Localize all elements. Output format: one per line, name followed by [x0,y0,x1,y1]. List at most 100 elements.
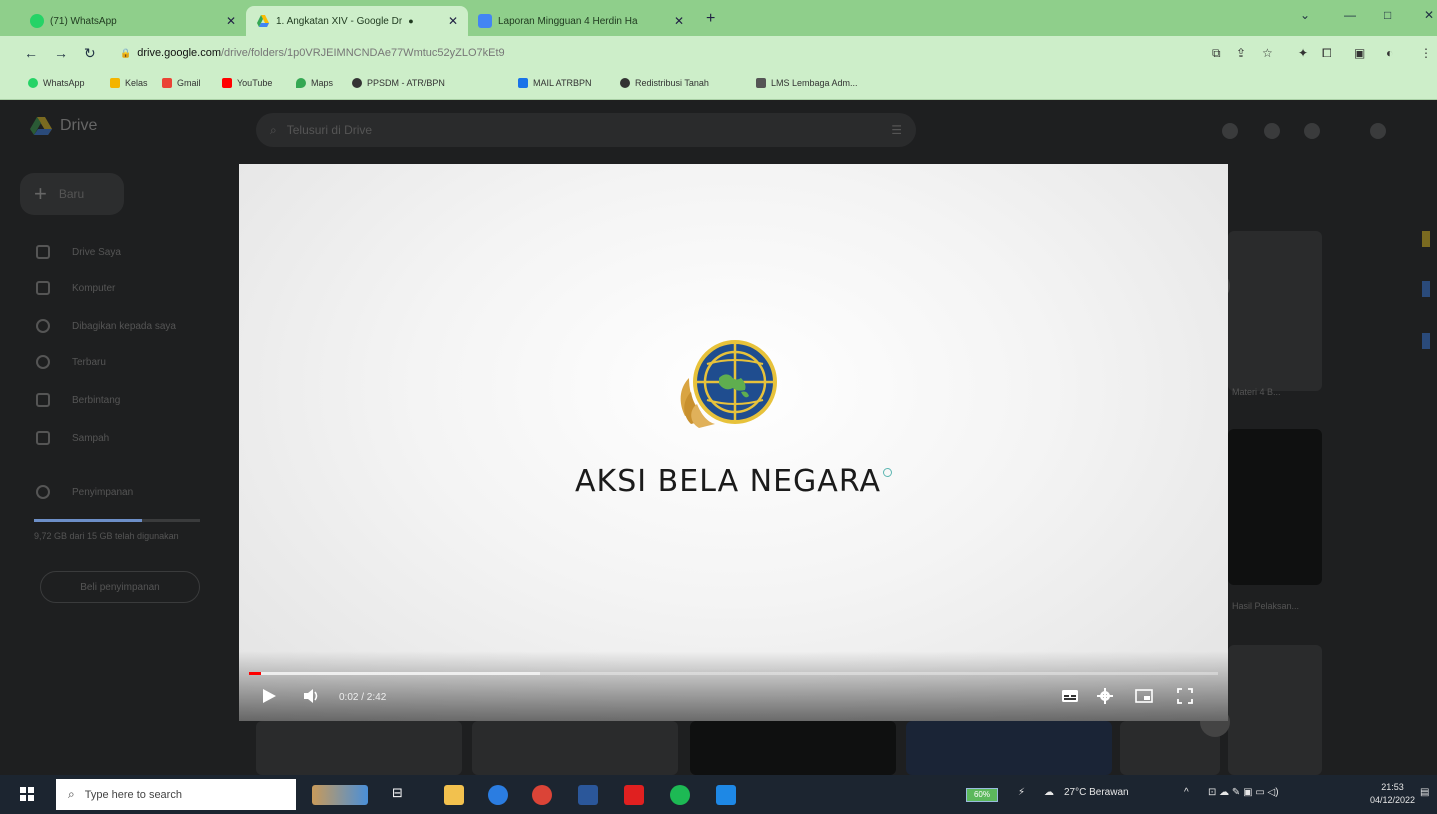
volume-button[interactable] [303,688,321,704]
file-explorer-icon[interactable] [444,785,464,805]
google-docs-icon [478,14,492,28]
bookmark-lms[interactable]: LMS Lembaga Adm... [756,78,858,88]
nav-trash[interactable]: Sampah [20,427,109,449]
address-bar[interactable]: 🔒 drive.google.com/drive/folders/1p0VRJE… [112,41,1192,65]
spotify-icon[interactable] [670,785,690,805]
system-tray-icons[interactable]: ⊡ ☁ ✎ ▣ ▭ ◁) [1208,787,1279,798]
bookmark-star-icon[interactable]: ☆ [1262,46,1273,60]
bookmark-maps[interactable]: Maps [296,78,333,88]
menu-icon[interactable]: ⋮ [1420,46,1432,60]
google-lens-icon[interactable]: ⧉ [1212,46,1221,61]
file-card[interactable] [256,721,462,775]
chevron-up-icon[interactable]: ^ [1184,787,1189,798]
ms-store-icon[interactable] [716,785,736,805]
lock-icon: 🔒 [120,47,132,58]
contacts-icon[interactable] [1422,333,1430,349]
bookmark-label: MAIL ATRBPN [533,78,592,88]
bookmark-ppsdm[interactable]: PPSDM - ATR/BPN [352,78,445,88]
bookmark-gmail[interactable]: Gmail [162,78,201,88]
file-card[interactable] [1228,231,1322,391]
keep-icon[interactable] [1422,231,1430,247]
nav-recent[interactable]: Terbaru [20,351,106,373]
file-card[interactable] [690,721,896,775]
filter-icon[interactable]: ☰ [891,123,902,137]
acrobat-icon[interactable] [624,785,644,805]
new-tab-button[interactable]: + [706,10,715,28]
play-button[interactable] [261,688,277,704]
video-player[interactable]: AKSI BELA NEGARA 0:02 / 2:42 [239,164,1228,721]
back-button[interactable]: ← [24,45,38,61]
nav-starred[interactable]: Berbintang [20,389,120,411]
close-window-button[interactable]: ✕ [1424,8,1434,22]
new-button[interactable]: + Baru [20,173,124,215]
close-icon[interactable]: ✕ [674,14,684,28]
tab-whatsapp[interactable]: (71) WhatsApp ✕ [20,6,246,36]
video-progress-bar[interactable] [249,672,1218,675]
windows-start-button[interactable] [20,787,34,806]
bookmark-kelas[interactable]: Kelas [110,78,148,88]
profile-icon[interactable]: ◐ [1386,46,1393,60]
buy-storage-button[interactable]: Beli penyimpanan [40,571,200,603]
google-drive-icon [256,14,270,28]
extensions-puzzle-icon[interactable]: ⧠ [1322,46,1332,61]
tab-google-drive[interactable]: 1. Angkatan XIV - Google Dr ● ✕ [246,6,468,36]
bookmark-label: LMS Lembaga Adm... [771,78,858,88]
classroom-icon [110,78,120,88]
bookmark-label: Kelas [125,78,148,88]
drive-logo[interactable]: Drive [30,117,97,135]
fullscreen-button[interactable] [1177,688,1193,704]
buffered-bar [249,672,540,675]
minimize-button[interactable]: — [1344,8,1356,22]
miniplayer-button[interactable] [1135,688,1153,704]
search-icon: ⌕ [270,122,277,137]
settings-icon[interactable] [1264,123,1280,139]
apps-grid-icon[interactable] [1370,123,1386,139]
sidebar-icon[interactable]: ▣ [1354,46,1365,60]
url-host: drive.google.com [137,47,221,59]
captions-button[interactable] [1061,688,1079,704]
word-icon[interactable] [578,785,598,805]
task-view-icon[interactable]: ⊟ [392,785,412,805]
maps-icon [296,78,306,88]
new-button-label: Baru [58,187,85,201]
file-card[interactable] [906,721,1112,775]
file-card[interactable] [1228,429,1322,585]
edge-icon[interactable] [488,785,508,805]
help-icon[interactable] [1222,123,1238,139]
bookmark-whatsapp[interactable]: WhatsApp [28,78,85,88]
forward-button[interactable]: → [54,45,68,61]
nav-shared-with-me[interactable]: Dibagikan kepada saya [20,315,176,337]
close-icon[interactable]: ✕ [226,14,236,28]
file-card[interactable] [1228,645,1322,775]
extension-icon[interactable]: ✦ [1298,46,1308,60]
bookmark-youtube[interactable]: YouTube [222,78,272,88]
file-card[interactable] [472,721,678,775]
tasks-icon[interactable] [1422,281,1430,297]
tab-laporan-mingguan[interactable]: Laporan Mingguan 4 Herdin Ha ✕ [468,6,694,36]
windows-taskbar: ⌕ Type here to search ⊟ 60% ⚡ ☁ 27°C Ber… [0,775,1437,814]
drive-logo-label: Drive [60,117,98,134]
taskbar-search-input[interactable]: ⌕ Type here to search [56,779,296,810]
drive-search-input[interactable]: ⌕ Telusuri di Drive ☰ [256,113,916,147]
taskbar-clock[interactable]: 21:53 04/12/2022 [1370,781,1415,807]
bookmark-redistribusi-tanah[interactable]: Redistribusi Tanah [620,78,709,88]
share-icon[interactable]: ⇪ [1236,46,1246,60]
nav-storage[interactable]: Penyimpanan [20,481,133,503]
close-icon[interactable]: ✕ [448,14,458,28]
battery-indicator[interactable]: 60% [966,788,998,802]
weather-text[interactable]: 27°C Berawan [1064,787,1129,798]
nav-computers[interactable]: Komputer [20,277,115,299]
nav-my-drive[interactable]: Drive Saya [20,241,121,263]
bookmark-mail-atrbpn[interactable]: MAIL ATRBPN [518,78,592,88]
chrome-icon[interactable] [532,785,552,805]
globe-icon [620,78,630,88]
gear-icon[interactable] [1304,123,1320,139]
tab-search-icon[interactable]: ⌄ [1300,8,1310,22]
news-widget-icon[interactable] [312,785,368,805]
settings-button[interactable] [1097,688,1113,704]
play-icon [263,689,276,703]
notification-icon[interactable]: ▤ [1420,787,1429,798]
reload-button[interactable]: ↻ [84,45,96,62]
video-time: 0:02 / 2:42 [339,692,387,703]
maximize-button[interactable]: □ [1384,8,1391,22]
